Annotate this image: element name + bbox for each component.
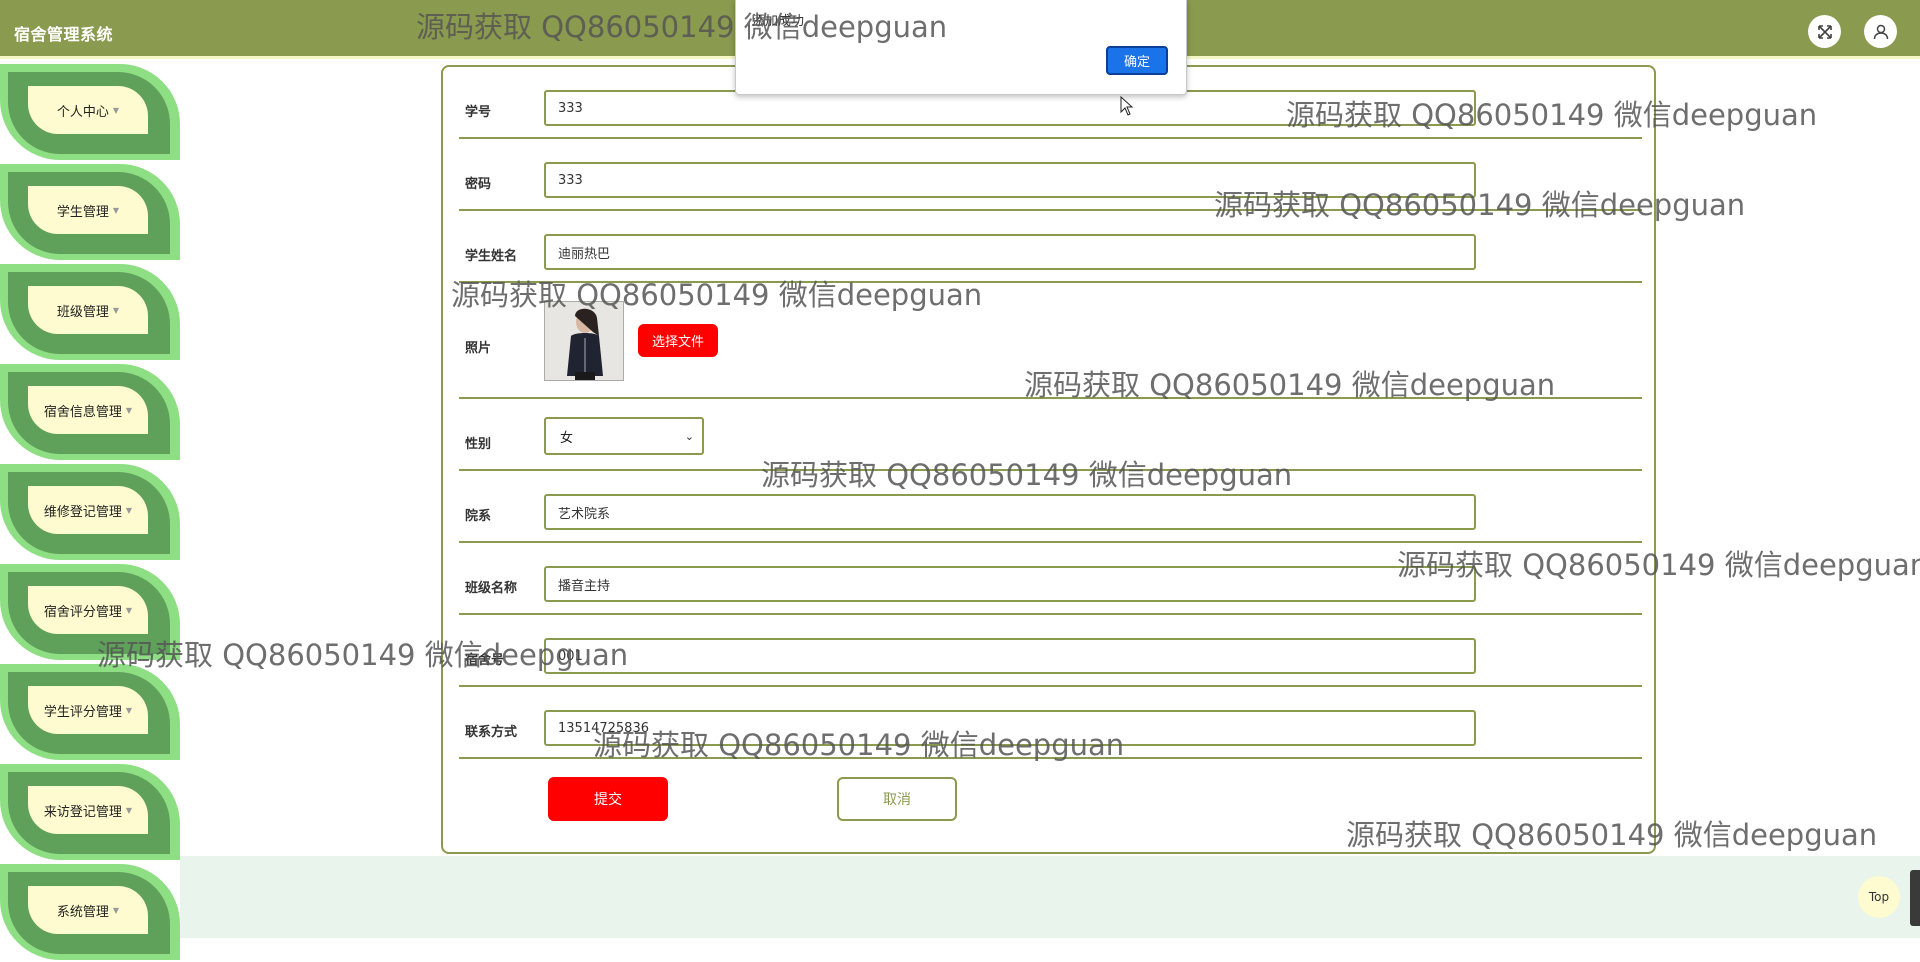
alert-ok-button[interactable]: 确定 — [1106, 46, 1168, 75]
caret-down-icon: ▼ — [125, 705, 133, 715]
sidebar-item-system[interactable]: 系统管理 ▼ — [0, 862, 180, 962]
alert-message: 添加成功 — [752, 14, 805, 29]
sidebar-item-label: 系统管理 — [56, 904, 109, 920]
caret-down-icon: ▼ — [112, 305, 120, 315]
sidebar-item-label: 宿舍信息管理 — [43, 404, 122, 420]
class-name-label: 班级名称 — [465, 581, 518, 596]
sidebar-item-label: 个人中心 — [56, 104, 109, 120]
sidebar-item-students[interactable]: 学生管理 ▼ — [0, 162, 180, 262]
student-photo — [544, 301, 624, 381]
submit-button[interactable]: 提交 — [548, 777, 668, 821]
form-row-department: 院系 艺术院系 — [459, 483, 1642, 543]
class-name-input[interactable]: 播音主持 — [544, 566, 1476, 602]
gender-select[interactable]: 女 ⌄ — [544, 417, 704, 455]
side-scroll-handle[interactable] — [1910, 870, 1920, 926]
photo-label: 照片 — [465, 341, 492, 356]
cancel-button[interactable]: 取消 — [837, 777, 957, 821]
sidebar-item-personal-center[interactable]: 个人中心 ▼ — [0, 62, 180, 162]
caret-down-icon: ▼ — [112, 905, 120, 915]
sidebar-item-student-ratings[interactable]: 学生评分管理 ▼ — [0, 662, 180, 762]
dorm-no-label: 宿舍号 — [465, 653, 505, 668]
password-input[interactable]: 333 — [544, 162, 1476, 198]
password-label: 密码 — [465, 177, 492, 192]
sidebar-item-repairs[interactable]: 维修登记管理 ▼ — [0, 462, 180, 562]
department-input[interactable]: 艺术院系 — [544, 494, 1476, 530]
name-input[interactable]: 迪丽热巴 — [544, 234, 1476, 270]
form-row-gender: 性别 女 ⌄ — [459, 411, 1642, 471]
caret-down-icon: ▼ — [125, 505, 133, 515]
sidebar-item-visitors[interactable]: 来访登记管理 ▼ — [0, 762, 180, 862]
app-title: 宿舍管理系统 — [14, 25, 114, 44]
mouse-cursor-icon — [1120, 96, 1134, 116]
expand-icon — [1817, 24, 1832, 39]
sidebar-item-dorm-ratings[interactable]: 宿舍评分管理 ▼ — [0, 562, 180, 662]
form-row-password: 密码 333 — [459, 151, 1642, 211]
dorm-no-input[interactable]: 001 — [544, 638, 1476, 674]
form-row-name: 学生姓名 迪丽热巴 — [459, 223, 1642, 283]
chevron-down-icon: ⌄ — [684, 429, 694, 443]
user-icon — [1873, 24, 1888, 39]
student-form: 学号 333 密码 333 学生姓名 迪丽热巴 照片 选择文件 性别 女 ⌄ 院… — [441, 65, 1656, 854]
form-row-dorm-no: 宿舍号 001 — [459, 627, 1642, 687]
sidebar-item-label: 学生管理 — [56, 204, 109, 220]
caret-down-icon: ▼ — [125, 805, 133, 815]
student-no-label: 学号 — [465, 105, 492, 120]
name-label: 学生姓名 — [465, 249, 518, 264]
caret-down-icon: ▼ — [125, 605, 133, 615]
sidebar-item-label: 宿舍评分管理 — [43, 604, 122, 620]
contact-label: 联系方式 — [465, 725, 518, 740]
form-row-class-name: 班级名称 播音主持 — [459, 555, 1642, 615]
caret-down-icon: ▼ — [112, 105, 120, 115]
footer-band — [180, 856, 1920, 938]
sidebar-item-classes[interactable]: 班级管理 ▼ — [0, 262, 180, 362]
contact-input[interactable]: 13514725836 — [544, 710, 1476, 746]
sidebar: 个人中心 ▼ 学生管理 ▼ 班级管理 ▼ 宿舍信息管理 ▼ 维修登记管理 ▼ 宿舍评分管理… — [0, 62, 180, 960]
caret-down-icon: ▼ — [125, 405, 133, 415]
sidebar-item-label: 来访登记管理 — [43, 804, 122, 820]
sidebar-item-label: 维修登记管理 — [43, 504, 122, 520]
user-button[interactable] — [1864, 15, 1897, 48]
fullscreen-button[interactable] — [1808, 15, 1841, 48]
department-label: 院系 — [465, 509, 492, 524]
person-photo-icon — [545, 302, 623, 380]
form-row-contact: 联系方式 13514725836 — [459, 699, 1642, 759]
alert-dialog: 添加成功 确定 — [735, 0, 1187, 95]
gender-value: 女 — [560, 430, 574, 446]
sidebar-item-dorm-info[interactable]: 宿舍信息管理 ▼ — [0, 362, 180, 462]
gender-label: 性别 — [465, 437, 492, 452]
student-no-input[interactable]: 333 — [544, 90, 1476, 126]
caret-down-icon: ▼ — [112, 205, 120, 215]
choose-file-button[interactable]: 选择文件 — [638, 324, 718, 357]
sidebar-item-label: 班级管理 — [56, 304, 109, 320]
form-row-photo: 照片 选择文件 — [459, 295, 1642, 399]
sidebar-item-label: 学生评分管理 — [43, 704, 122, 720]
back-to-top-button[interactable]: Top — [1858, 876, 1900, 918]
